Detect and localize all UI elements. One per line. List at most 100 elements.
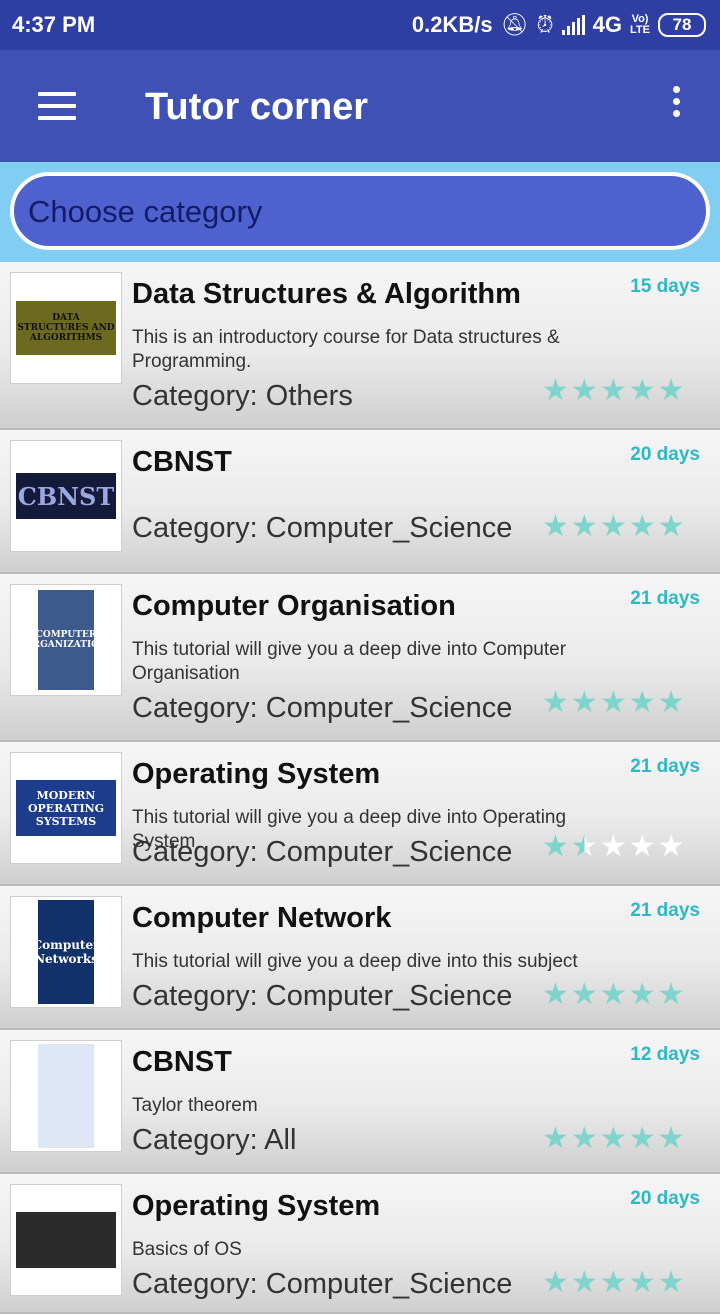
- star-icon[interactable]: ★: [658, 688, 685, 718]
- star-icon[interactable]: ★: [600, 1268, 627, 1298]
- star-icon[interactable]: ★: [629, 376, 656, 406]
- course-thumbnail-image: CBNST: [16, 473, 116, 519]
- star-icon[interactable]: ★: [542, 1124, 569, 1154]
- course-category: Category: Computer_Science: [132, 836, 513, 868]
- course-duration: 21 days: [630, 900, 700, 921]
- course-title: CBNST: [132, 1046, 232, 1078]
- course-card[interactable]: CBNST CBNST 20 days Category: Computer_Scie…: [0, 430, 720, 574]
- star-icon[interactable]: ★: [542, 376, 569, 406]
- star-icon[interactable]: ★: [600, 980, 627, 1010]
- course-thumbnail: COMPUTER ORGANIZATION: [10, 584, 122, 696]
- star-icon[interactable]: ★: [629, 832, 656, 862]
- course-card[interactable]: CBNST 12 days Taylor theorem Category: All ★…: [0, 1030, 720, 1174]
- rating-stars[interactable]: ★ ★ ★ ★ ★: [542, 832, 685, 862]
- status-time: 4:37 PM: [12, 12, 96, 37]
- star-icon[interactable]: ★: [542, 1268, 569, 1298]
- course-card[interactable]: DATA STRUCTURES AND ALGORITHMS Data Struc…: [0, 262, 720, 430]
- rating-stars[interactable]: ★ ★ ★ ★ ★: [542, 512, 685, 542]
- course-duration: 15 days: [630, 276, 700, 297]
- course-title: Computer Organisation: [132, 590, 456, 622]
- star-icon[interactable]: ★: [571, 1124, 598, 1154]
- rating-stars[interactable]: ★ ★ ★ ★ ★: [542, 1268, 685, 1298]
- star-icon[interactable]: ★: [600, 688, 627, 718]
- star-icon[interactable]: ★: [658, 1268, 685, 1298]
- course-card[interactable]: MODERN OPERATING SYSTEMS Operating System…: [0, 742, 720, 886]
- course-list: DATA STRUCTURES AND ALGORITHMS Data Struc…: [0, 262, 720, 1314]
- star-icon[interactable]: ★: [629, 1124, 656, 1154]
- mute-bell-icon: 🔕︎: [500, 12, 529, 37]
- course-card[interactable]: COMPUTER ORGANIZATION Computer Organisati…: [0, 574, 720, 742]
- star-icon[interactable]: ★: [571, 1268, 598, 1298]
- star-icon[interactable]: ★: [542, 688, 569, 718]
- star-icon[interactable]: ★: [658, 980, 685, 1010]
- course-card[interactable]: Computer Networks Computer Network 21 days…: [0, 886, 720, 1030]
- star-icon[interactable]: ★: [600, 376, 627, 406]
- course-title: CBNST: [132, 446, 232, 478]
- course-thumbnail-image: [16, 1212, 116, 1268]
- rating-stars[interactable]: ★ ★ ★ ★ ★: [542, 1124, 685, 1154]
- star-icon[interactable]: ★: [571, 512, 598, 542]
- star-icon[interactable]: ★: [658, 376, 685, 406]
- star-icon[interactable]: ★: [542, 980, 569, 1010]
- course-duration: 12 days: [630, 1044, 700, 1065]
- star-icon[interactable]: ★: [629, 980, 656, 1010]
- star-icon[interactable]: ★: [658, 512, 685, 542]
- course-title: Data Structures & Algorithm: [132, 278, 521, 310]
- course-duration: 21 days: [630, 756, 700, 777]
- course-title: Operating System: [132, 758, 381, 790]
- course-thumbnail-image: [38, 1044, 94, 1148]
- rating-stars[interactable]: ★ ★ ★ ★ ★: [542, 980, 685, 1010]
- star-icon[interactable]: ★: [571, 688, 598, 718]
- course-thumbnail-image: MODERN OPERATING SYSTEMS: [16, 780, 116, 836]
- course-thumbnail-image: DATA STRUCTURES AND ALGORITHMS: [16, 301, 116, 355]
- star-icon[interactable]: ★: [600, 832, 627, 862]
- star-icon[interactable]: ★: [600, 512, 627, 542]
- rating-stars[interactable]: ★ ★ ★ ★ ★: [542, 376, 685, 406]
- star-icon[interactable]: ★: [658, 1124, 685, 1154]
- course-category: Category: All: [132, 1124, 297, 1156]
- course-category: Category: Others: [132, 380, 353, 412]
- course-description: Basics of OS: [132, 1239, 242, 1260]
- net-speed: 0.2KB/s: [411, 12, 493, 37]
- star-icon[interactable]: ★: [571, 980, 598, 1010]
- course-category: Category: Computer_Science: [132, 512, 513, 544]
- category-selector[interactable]: Choose category: [10, 172, 710, 250]
- course-card[interactable]: Operating System 20 days Basics of OS Categ…: [0, 1174, 720, 1314]
- star-icon[interactable]: ★: [658, 832, 685, 862]
- star-icon[interactable]: ★: [542, 512, 569, 542]
- category-selector-label: Choose category: [28, 194, 263, 229]
- course-duration: 20 days: [630, 444, 700, 465]
- course-description: This tutorial will give you a deep dive …: [132, 639, 567, 684]
- star-icon[interactable]: ★: [629, 688, 656, 718]
- course-thumbnail: DATA STRUCTURES AND ALGORITHMS: [10, 272, 122, 384]
- rating-stars[interactable]: ★ ★ ★ ★ ★: [542, 688, 685, 718]
- more-vert-icon[interactable]: [664, 86, 688, 126]
- battery-icon: 78: [658, 13, 706, 37]
- course-category: Category: Computer_Science: [132, 980, 513, 1012]
- star-icon[interactable]: ★: [571, 832, 598, 862]
- course-thumbnail: Computer Networks: [10, 896, 122, 1008]
- network-type: 4G: [592, 12, 623, 37]
- star-icon[interactable]: ★: [571, 376, 598, 406]
- volte-icon: Vo) LTE: [630, 14, 650, 36]
- app-title: Tutor corner: [145, 86, 369, 128]
- star-icon[interactable]: ★: [629, 512, 656, 542]
- course-description: This tutorial will give you a deep dive …: [132, 951, 578, 972]
- app-bar: Tutor corner: [0, 50, 720, 162]
- battery-level: 78: [672, 15, 692, 34]
- star-icon[interactable]: ★: [600, 1124, 627, 1154]
- course-title: Operating System: [132, 1190, 381, 1222]
- course-duration: 20 days: [630, 1188, 700, 1209]
- course-thumbnail-image: COMPUTER ORGANIZATION: [38, 590, 94, 690]
- category-bar: Choose category: [0, 162, 720, 262]
- status-bar: 4:37 PM 0.2KB/s 🔕︎ ⏰︎ 4G Vo) LTE 78: [0, 0, 720, 50]
- course-duration: 21 days: [630, 588, 700, 609]
- hamburger-icon[interactable]: [38, 92, 76, 120]
- status-indicators: 0.2KB/s 🔕︎ ⏰︎ 4G Vo) LTE 78: [412, 12, 706, 38]
- star-icon[interactable]: ★: [542, 832, 569, 862]
- star-icon[interactable]: ★: [629, 1268, 656, 1298]
- course-thumbnail-image: Computer Networks: [38, 900, 94, 1004]
- course-description: This is an introductory course for Data …: [132, 327, 560, 372]
- course-thumbnail: [10, 1184, 122, 1296]
- course-title: Computer Network: [132, 902, 392, 934]
